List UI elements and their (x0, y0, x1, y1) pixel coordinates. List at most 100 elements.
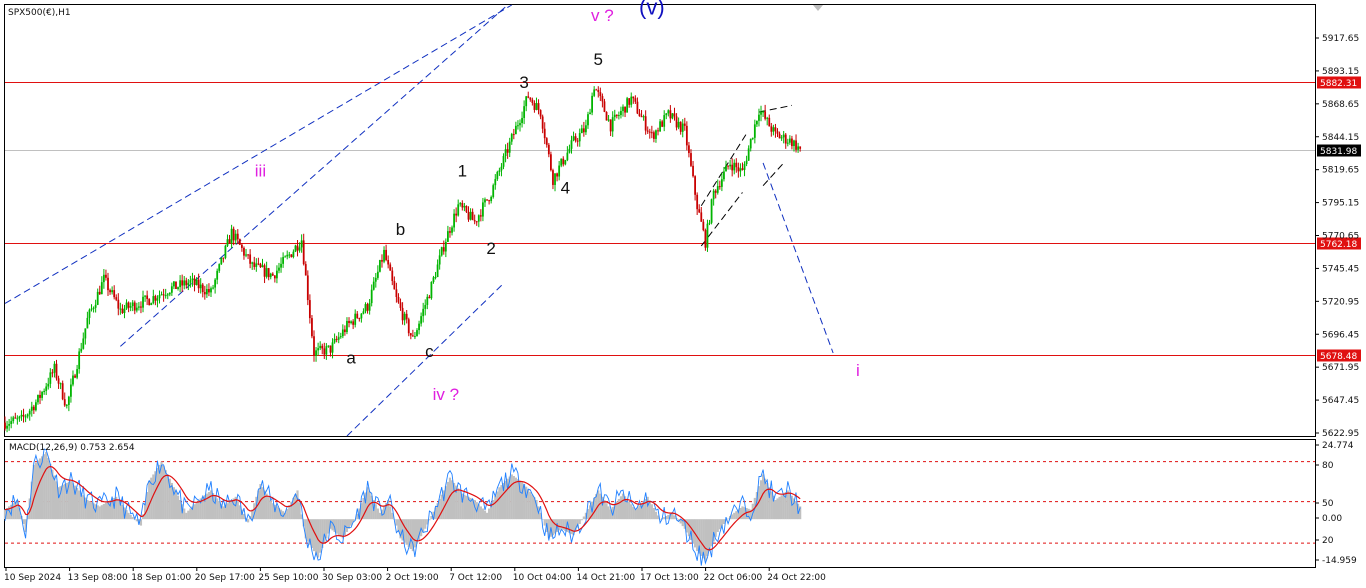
candle-body (109, 290, 111, 293)
time-axis-label: 2 Oct 19:00 (386, 573, 439, 583)
macd-histogram-bar (53, 475, 56, 520)
candle-body (251, 262, 254, 264)
macd-histogram-bar (286, 509, 289, 520)
candle-body (327, 345, 330, 347)
candle-body (622, 106, 624, 111)
macd-histogram-bar (312, 519, 316, 552)
candle-body (447, 231, 449, 242)
candle-body (552, 170, 554, 185)
candle-body (125, 302, 128, 309)
candle-body (57, 378, 60, 384)
candle-body (232, 228, 235, 241)
candle-body (121, 308, 124, 314)
macd-title: MACD(12,26,9) 0.753 2.654 (9, 443, 135, 453)
macd-histogram-bar (492, 500, 495, 520)
candle-body (238, 239, 241, 245)
candle-body (714, 190, 717, 193)
candle-body (385, 249, 387, 261)
candle-body (725, 165, 727, 172)
macd-histogram-bar (483, 510, 487, 520)
candle-body (504, 149, 507, 157)
time-axis-label: 25 Sep 10:00 (258, 573, 318, 583)
candle-body (138, 306, 140, 308)
candle-body (123, 308, 126, 314)
candle-body (770, 126, 773, 132)
macd-histogram-bar (761, 474, 765, 520)
candle-body (107, 277, 109, 291)
candle-body (164, 295, 167, 297)
candle-body (444, 241, 447, 252)
candle-body (39, 394, 41, 398)
trend-line (762, 162, 785, 187)
macd-histogram-bar (288, 505, 291, 520)
candle-body (154, 296, 157, 301)
candle-body (690, 153, 692, 166)
candle-body (737, 167, 740, 172)
candle-body (158, 295, 161, 299)
candle-body (4, 422, 6, 429)
candle-body (216, 270, 219, 280)
candle-body (271, 273, 274, 276)
wave-label: c (425, 342, 434, 361)
candle-body (510, 134, 513, 142)
macd-histogram-bar (395, 519, 398, 526)
macd-histogram-bar (90, 502, 93, 520)
candle-body (628, 98, 631, 105)
macd-main-line (4, 448, 801, 566)
candle-body (727, 165, 729, 167)
macd-histogram-bar (708, 519, 711, 552)
macd-axis-label: 80 (1322, 461, 1334, 471)
macd-axis-label: 50 (1322, 499, 1334, 509)
chart-shift-marker[interactable] (813, 5, 823, 11)
macd-histogram-bar (632, 506, 635, 520)
macd-histogram-bar (306, 519, 309, 542)
candle-body (712, 190, 715, 200)
time-axis-label: 18 Sep 01:00 (131, 573, 191, 583)
candle-body (379, 260, 381, 272)
candle-body (428, 296, 431, 299)
macd-histogram-bar (496, 491, 499, 520)
candle-body (630, 96, 633, 105)
macd-histogram-bar (345, 519, 349, 532)
macd-histogram-bar (187, 510, 190, 520)
trend-line (762, 162, 834, 354)
candle-body (597, 89, 600, 93)
wave-label: 3 (519, 73, 528, 92)
candle-body (364, 304, 367, 312)
candle-body (440, 247, 443, 256)
macd-histogram-bar (174, 491, 178, 520)
candle-body (88, 309, 91, 318)
macd-histogram-bar (778, 496, 781, 520)
candle-body (706, 223, 709, 248)
candle-body (135, 307, 138, 311)
candle-body (329, 345, 332, 353)
macd-axis-label: 20 (1322, 536, 1334, 546)
wave-label: iv ? (433, 385, 459, 404)
candle-body (411, 335, 414, 337)
macd-axis-label: 24.774 (1322, 441, 1354, 451)
macd-histogram-bar (605, 503, 608, 520)
candle-body (360, 313, 363, 319)
macd-histogram-bar (498, 487, 501, 520)
candle-body (100, 282, 103, 295)
time-axis-label: 13 Sep 08:00 (68, 573, 128, 583)
candle-body (366, 304, 369, 311)
price-axis-label: 5647.45 (1322, 396, 1359, 406)
candle-body (432, 277, 435, 282)
candle-body (729, 164, 732, 167)
candle-body (531, 99, 534, 103)
candle-body (661, 121, 664, 127)
candle-body (142, 296, 144, 308)
candle-body (276, 270, 278, 279)
candle-body (166, 294, 169, 296)
candle-body (226, 239, 229, 246)
candle-body (681, 123, 684, 132)
candle-body (179, 280, 181, 288)
price-axis-label: 5844.15 (1322, 133, 1359, 143)
macd-histogram-bar (337, 519, 340, 536)
candle-body (710, 199, 713, 223)
candle-body (131, 302, 134, 307)
candle-body (183, 280, 186, 286)
candle-body (362, 311, 365, 314)
macd-histogram-bar (570, 519, 573, 535)
